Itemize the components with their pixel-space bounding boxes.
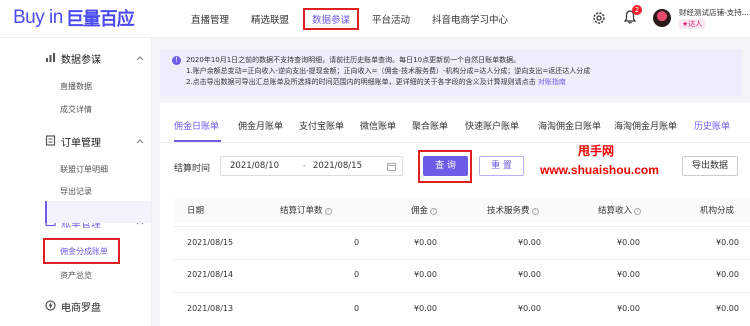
- tab-history[interactable]: 历史账单: [694, 119, 730, 132]
- settle-time-label: 结算时间: [174, 164, 211, 174]
- cell-settle-income: ¥0.00: [617, 238, 640, 247]
- nav-activity[interactable]: 平台活动: [372, 12, 410, 26]
- store-name[interactable]: 财经测试店铺-支持...: [679, 7, 750, 18]
- help-icon[interactable]: ?: [430, 208, 438, 215]
- notification-badge: 2: [632, 5, 642, 15]
- date-to[interactable]: 2021/08/15: [313, 161, 362, 171]
- tab-active-underline: [174, 140, 221, 142]
- col-orders-label: 结算订单数: [280, 206, 323, 216]
- info-icon: !: [172, 56, 181, 65]
- cell-settle-income: ¥0.00: [617, 270, 640, 279]
- col-commission: 佣金?: [411, 204, 438, 216]
- chevron-up-icon[interactable]: [136, 138, 144, 144]
- notice-line-2: 1.账户余额总变动=正向收入-逆向支出-提现金额；正向收入=（佣金-技术服务费）…: [186, 67, 591, 75]
- cell-org-share: ¥0.00: [716, 304, 739, 313]
- notice-line-3-text: 2.点击导出数据可导出汇总账单及所选择的时间范围内的明细账单，更详细的关于各字段…: [186, 78, 536, 86]
- tab-alipay[interactable]: 支付宝账单: [299, 119, 344, 132]
- calendar-icon[interactable]: [387, 162, 396, 171]
- cell-date: 2021/08/13: [187, 304, 234, 313]
- cell-date: 2021/08/14: [187, 270, 234, 279]
- date-range-picker[interactable]: 2021/08/10 - 2021/08/15: [220, 156, 403, 176]
- reset-button[interactable]: 重 置: [479, 156, 524, 176]
- col-settle-income-label: 结算收入: [598, 206, 633, 216]
- highlight-box-query: [418, 150, 472, 183]
- cell-commission: ¥0.00: [414, 270, 437, 279]
- store-tag-label: 达人: [688, 20, 703, 28]
- tab-wechat[interactable]: 微信账单: [360, 119, 396, 132]
- top-bar: Buy in 巨量百应 直播管理 精选联盟 数据参谋 平台活动 抖音电商学习中心…: [0, 0, 750, 38]
- col-settle-income: 结算收入?: [598, 204, 642, 216]
- chart-icon: [46, 53, 55, 62]
- logo[interactable]: Buy in 巨量百应: [13, 6, 135, 30]
- help-icon[interactable]: ?: [324, 208, 332, 215]
- cell-orders: 0: [354, 270, 360, 279]
- help-icon[interactable]: ?: [531, 208, 539, 215]
- row-divider: [174, 226, 750, 227]
- section-compass-title[interactable]: 电商罗盘: [61, 299, 101, 314]
- reconcile-guide-link[interactable]: 对账指南: [538, 78, 566, 86]
- tab-overseas-daily[interactable]: 海淘佣金日账单: [538, 119, 601, 132]
- tab-aggregate[interactable]: 聚合账单: [412, 119, 448, 132]
- section-data-title[interactable]: 数据参谋: [61, 51, 101, 66]
- cell-commission: ¥0.00: [414, 238, 437, 247]
- tab-quick-account[interactable]: 快速账户账单: [465, 119, 519, 132]
- cell-org-share: ¥0.00: [716, 270, 739, 279]
- gear-icon[interactable]: [592, 11, 606, 25]
- nav-learning[interactable]: 抖音电商学习中心: [432, 12, 508, 26]
- col-date: 日期: [187, 206, 205, 216]
- date-from[interactable]: 2021/08/10: [230, 161, 279, 171]
- cell-orders: 0: [354, 304, 360, 313]
- store-tag: ★达人: [679, 19, 706, 29]
- tab-overseas-monthly[interactable]: 海淘佣金月账单: [614, 119, 677, 132]
- cell-service-fee: ¥0.00: [518, 270, 541, 279]
- tab-daily-commission[interactable]: 佣金日账单: [174, 119, 219, 132]
- tabs-divider: [160, 142, 750, 143]
- avatar[interactable]: [653, 9, 671, 27]
- nav-live[interactable]: 直播管理: [191, 12, 229, 26]
- section-order-title[interactable]: 订单管理: [61, 134, 101, 149]
- sidebar-item-alliance-orders[interactable]: 联盟订单明细: [60, 164, 108, 175]
- sidebar-item-deal-detail[interactable]: 成交详情: [60, 104, 92, 115]
- nav-alliance[interactable]: 精选联盟: [251, 12, 289, 26]
- sidebar-item-assets[interactable]: 资产总览: [60, 270, 92, 281]
- chevron-up-icon[interactable]: [136, 55, 144, 61]
- tab-monthly-commission[interactable]: 佣金月账单: [238, 119, 283, 132]
- sidebar-active-indicator: [45, 201, 47, 223]
- logo-cn: 巨量百应: [65, 9, 135, 30]
- notice-line-3: 2.点击导出数据可导出汇总账单及所选择的时间范围内的明细账单，更详细的关于各字段…: [186, 77, 566, 87]
- col-org-share: 机构分成: [700, 206, 735, 216]
- row-divider: [174, 259, 750, 260]
- col-service-fee-label: 技术服务费: [487, 206, 530, 216]
- col-service-fee: 技术服务费?: [487, 204, 539, 216]
- logo-text: Buy in: [13, 7, 63, 28]
- cell-service-fee: ¥0.00: [518, 238, 541, 247]
- col-commission-label: 佣金: [411, 206, 429, 216]
- sidebar-item-live-data[interactable]: 直播数据: [60, 81, 92, 92]
- sidebar-item-export-records[interactable]: 导出记录: [60, 186, 92, 197]
- compass-icon: [45, 300, 56, 311]
- cell-service-fee: ¥0.00: [518, 304, 541, 313]
- help-icon[interactable]: ?: [634, 208, 642, 215]
- watermark-url: www.shuaishou.com: [540, 163, 659, 177]
- watermark-title: 甩手网: [578, 144, 615, 158]
- cell-org-share: ¥0.00: [716, 238, 739, 247]
- cell-settle-income: ¥0.00: [617, 304, 640, 313]
- order-icon: [45, 135, 56, 146]
- cell-date: 2021/08/15: [187, 238, 234, 247]
- table-header: [174, 198, 750, 223]
- sidebar-active-bg: [45, 201, 151, 223]
- row-divider: [174, 292, 750, 293]
- notice-line-1: 2020年10月1日之前的数据不支持查询明细，请前往历史账单查询。每日10点更新…: [186, 56, 521, 64]
- highlight-box-sidebar: [43, 238, 120, 264]
- cell-commission: ¥0.00: [414, 304, 437, 313]
- date-separator: -: [303, 161, 306, 170]
- highlight-box-nav: [303, 8, 359, 30]
- export-button[interactable]: 导出数据: [682, 156, 738, 176]
- cell-orders: 0: [354, 238, 360, 247]
- col-orders: 结算订单数?: [280, 204, 332, 216]
